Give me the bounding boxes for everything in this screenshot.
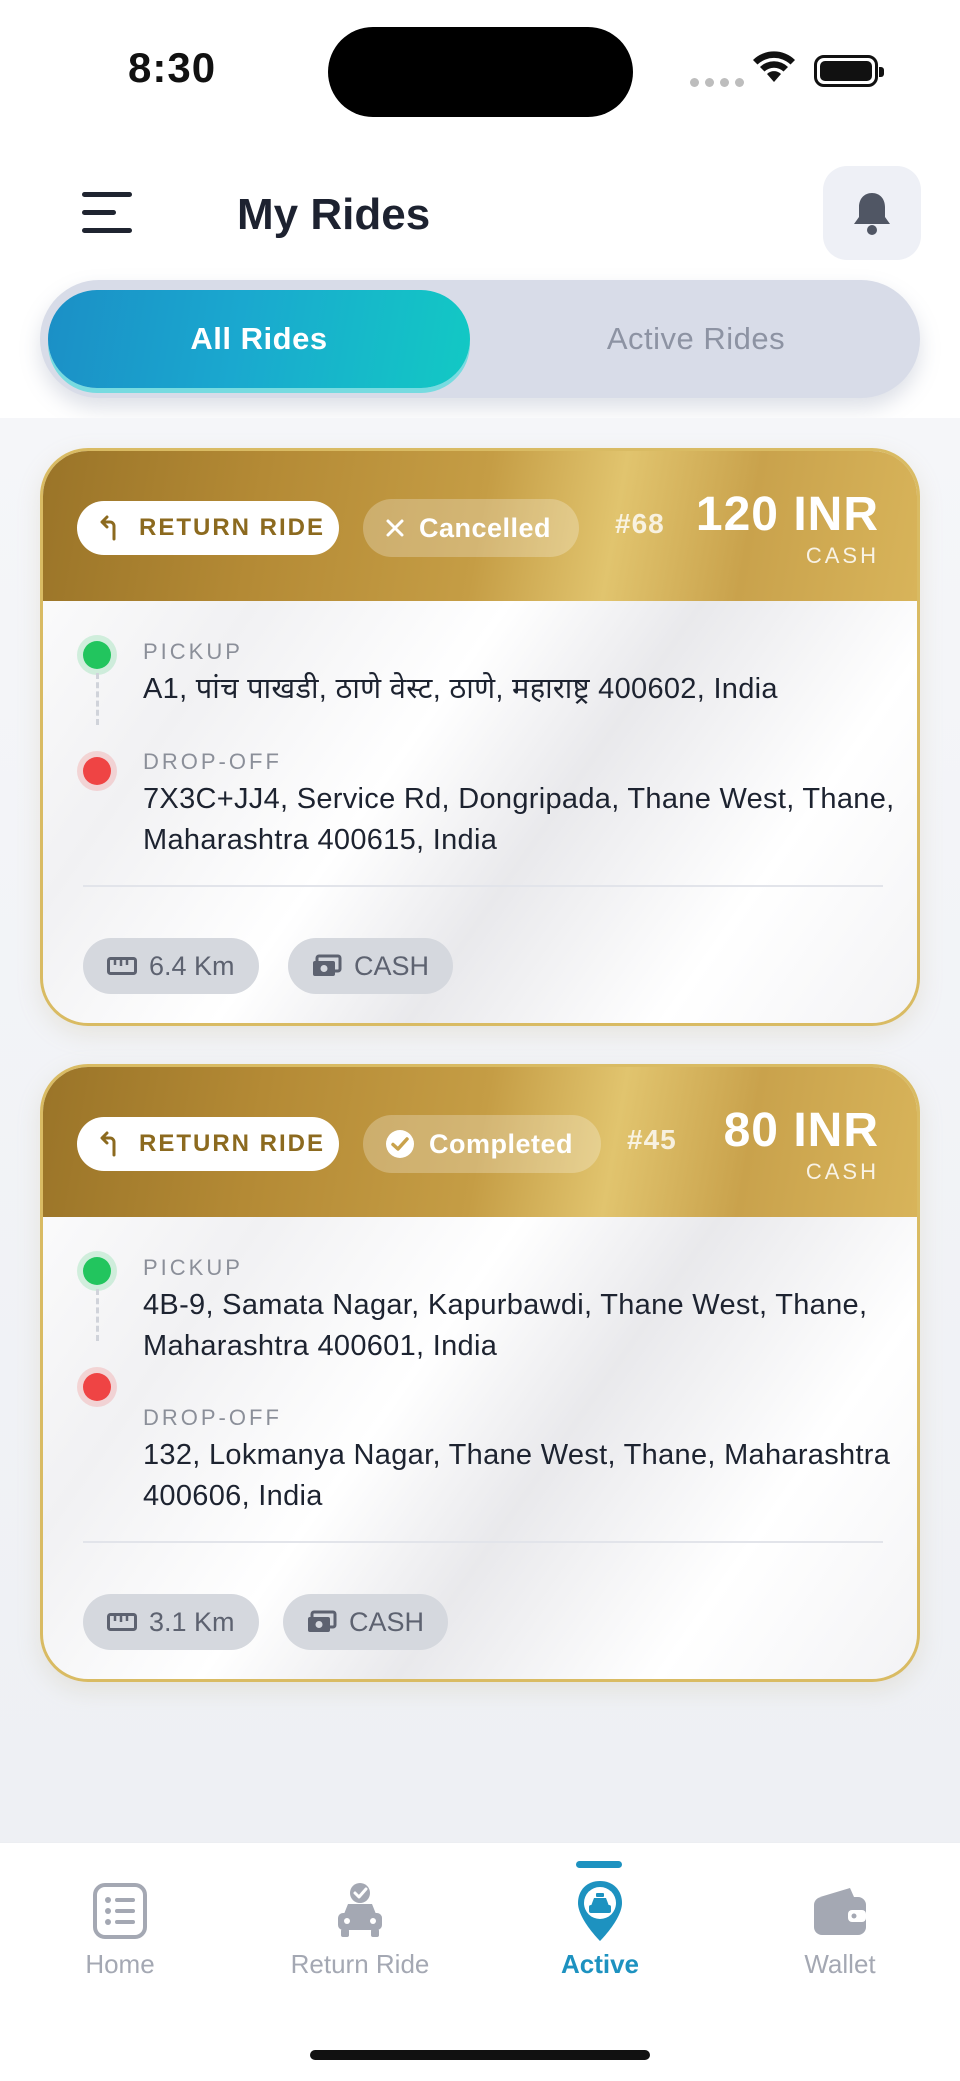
status-badge: Completed: [363, 1115, 602, 1173]
close-icon: [386, 519, 404, 537]
ride-number: #45: [627, 1124, 677, 1155]
taxi-pin-icon: [578, 1881, 622, 1941]
dropoff-dot-icon: [83, 757, 111, 785]
tab-all-rides[interactable]: All Rides: [48, 290, 470, 388]
ride-card-header: RETURN RIDE Completed #45 80 INR CASH: [43, 1067, 917, 1217]
battery-icon: [814, 55, 884, 87]
cellular-signal-icon: [690, 78, 744, 87]
ride-type-badge: RETURN RIDE: [77, 1117, 339, 1171]
nav-label: Wallet: [804, 1949, 876, 1979]
nav-label: Active: [560, 1949, 640, 1979]
ruler-icon: [107, 957, 137, 975]
nav-return-ride[interactable]: Return Ride: [240, 1843, 480, 1983]
ride-number: #68: [615, 508, 665, 539]
dynamic-island: [328, 27, 633, 117]
payment-value: CASH: [354, 950, 430, 981]
ride-type-label: RETURN RIDE: [139, 1130, 326, 1157]
cash-icon: [308, 1610, 337, 1632]
card-divider: [83, 885, 883, 887]
app-header: My Rides: [0, 140, 960, 280]
dropoff-label: DROP-OFF: [143, 749, 282, 774]
ruler-icon: [107, 1613, 137, 1631]
pickup-address: 4B-9, Samata Nagar, Kapurbawdi, Thane We…: [143, 1289, 868, 1362]
distance-chip: 6.4 Km: [83, 938, 259, 994]
dropoff-address: 7X3C+JJ4, Service Rd, Dongripada, Thane …: [143, 783, 895, 856]
ride-type-badge: RETURN RIDE: [77, 501, 339, 555]
wifi-icon: [753, 51, 795, 82]
cash-icon: [313, 954, 342, 976]
status-label: Cancelled: [419, 512, 552, 543]
pickup-address: A1, पांच पाखडी, ठाणे वेस्ट, ठाणे, महाराष…: [143, 673, 778, 705]
nav-wallet[interactable]: Wallet: [720, 1843, 960, 1983]
status-label: Completed: [429, 1128, 574, 1159]
list-icon: [93, 1883, 147, 1939]
pickup-label: PICKUP: [143, 1255, 243, 1280]
payment-value: CASH: [349, 1606, 425, 1637]
fare-amount: 80 INR: [723, 1104, 879, 1157]
ride-card[interactable]: RETURN RIDE Completed #45 80 INR CASH PI…: [40, 1064, 920, 1682]
hamburger-menu-icon[interactable]: [82, 192, 132, 233]
pickup-label: PICKUP: [143, 639, 243, 664]
distance-value: 6.4 Km: [149, 950, 235, 981]
status-badge: Cancelled: [363, 499, 580, 557]
ride-card-header: RETURN RIDE Cancelled #68 120 INR CASH: [43, 451, 917, 601]
route-line: [96, 1289, 99, 1341]
car-check-icon: [338, 1883, 382, 1937]
return-arrow-icon: [100, 1131, 116, 1157]
tab-active-rides[interactable]: Active Rides: [480, 290, 912, 388]
distance-chip: 3.1 Km: [83, 1594, 259, 1650]
nav-active[interactable]: Active: [480, 1843, 720, 1983]
status-bar: 8:30: [0, 0, 960, 140]
dropoff-label: DROP-OFF: [143, 1405, 282, 1430]
pickup-dot-icon: [83, 641, 111, 669]
return-arrow-icon: [100, 515, 116, 541]
dropoff-dot-icon: [83, 1373, 111, 1401]
pickup-dot-icon: [83, 1257, 111, 1285]
wallet-icon: [814, 1888, 866, 1935]
dropoff-address: 132, Lokmanya Nagar, Thane West, Thane, …: [143, 1439, 891, 1512]
check-circle-icon: [386, 1130, 414, 1158]
nav-home[interactable]: Home: [0, 1843, 240, 1983]
home-indicator: [310, 2050, 650, 2060]
distance-value: 3.1 Km: [149, 1606, 235, 1637]
fare-payment-mode: CASH: [805, 543, 879, 568]
payment-chip: CASH: [288, 938, 454, 994]
ride-type-label: RETURN RIDE: [139, 514, 326, 541]
notifications-button[interactable]: [823, 166, 921, 260]
status-time: 8:30: [128, 44, 217, 91]
bottom-navigation: Home Return Ride Active Wallet: [0, 1842, 960, 2081]
page-title: My Rides: [237, 190, 431, 239]
fare-payment-mode: CASH: [805, 1159, 879, 1184]
nav-label: Return Ride: [290, 1949, 430, 1979]
bell-icon: [854, 193, 890, 235]
card-divider: [83, 1541, 883, 1543]
rides-tab-bar: All Rides Active Rides: [40, 280, 920, 398]
fare-amount: 120 INR: [695, 488, 879, 541]
ride-card[interactable]: RETURN RIDE Cancelled #68 120 INR CASH P…: [40, 448, 920, 1026]
route-line: [96, 673, 99, 725]
payment-chip: CASH: [283, 1594, 449, 1650]
nav-label: Home: [85, 1949, 155, 1979]
